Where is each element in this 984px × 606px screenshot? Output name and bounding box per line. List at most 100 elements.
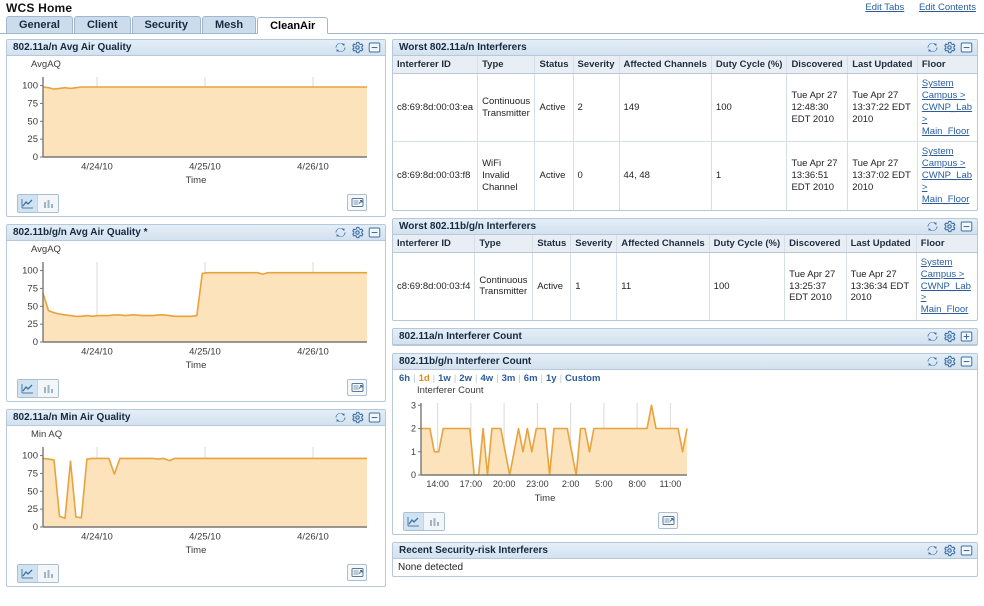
panel-body: Interferer ID Type Status Severity Affec… <box>393 56 977 210</box>
bar-chart-icon[interactable] <box>38 380 58 397</box>
line-chart-icon[interactable] <box>18 380 38 397</box>
panel-header: Recent Security-risk Interferers <box>393 543 977 560</box>
panel-title: 802.11a/n Avg Air Quality <box>13 42 132 53</box>
refresh-icon[interactable] <box>926 355 939 368</box>
table-row[interactable]: c8:69:8d:00:03:f8 WiFi Invalid Channel A… <box>393 141 977 210</box>
export-icon[interactable] <box>658 512 678 530</box>
tab-general[interactable]: General <box>6 16 73 33</box>
col-affected-channels[interactable]: Affected Channels <box>619 56 712 74</box>
range-6m[interactable]: 6m <box>524 373 538 384</box>
panel-tools <box>926 220 973 233</box>
svg-text:4/24/10: 4/24/10 <box>81 532 113 543</box>
security-risk-empty-message: None detected <box>398 562 464 574</box>
cell-duty-cycle: 100 <box>711 73 788 143</box>
col-interferer-id[interactable]: Interferer ID <box>393 234 476 253</box>
line-chart-icon[interactable] <box>18 195 38 212</box>
svg-text:2: 2 <box>411 424 416 434</box>
range-1d[interactable]: 1d <box>419 373 430 384</box>
minimize-icon[interactable] <box>960 544 973 557</box>
panel-body: 6h | 1d | 1w | 2w | 4w | 3m | 6m | 1y | Custom Interfere… <box>393 370 977 534</box>
refresh-icon[interactable] <box>926 220 939 233</box>
col-discovered[interactable]: Discovered <box>784 234 847 253</box>
cell-affected-channels: 11 <box>616 252 710 321</box>
bar-chart-icon[interactable] <box>38 195 58 212</box>
refresh-icon[interactable] <box>334 41 347 54</box>
range-1y[interactable]: 1y <box>546 373 557 384</box>
tab-client[interactable]: Client <box>73 16 131 33</box>
cell-severity: 2 <box>573 73 620 143</box>
range-custom[interactable]: Custom <box>565 373 600 384</box>
col-type[interactable]: Type <box>477 56 536 74</box>
col-duty-cycle[interactable]: Duty Cycle (%) <box>711 56 788 74</box>
col-last-updated[interactable]: Last Updated <box>846 234 917 253</box>
tab-mesh[interactable]: Mesh <box>201 16 257 33</box>
col-discovered[interactable]: Discovered <box>786 56 849 74</box>
refresh-icon[interactable] <box>926 330 939 343</box>
gear-icon[interactable] <box>943 330 956 343</box>
minimize-icon[interactable] <box>368 41 381 54</box>
col-floor[interactable]: Floor <box>916 234 977 253</box>
chart-toolbar <box>7 564 385 586</box>
chart-y-axis-label: Min AQ <box>31 429 63 440</box>
export-icon[interactable] <box>347 564 367 581</box>
range-3m[interactable]: 3m <box>502 373 516 384</box>
gear-icon[interactable] <box>351 226 364 239</box>
edit-tabs-link[interactable]: Edit Tabs <box>865 2 904 13</box>
export-icon[interactable] <box>347 194 367 211</box>
col-duty-cycle[interactable]: Duty Cycle (%) <box>709 234 786 253</box>
col-type[interactable]: Type <box>474 234 534 253</box>
gear-icon[interactable] <box>351 41 364 54</box>
minimize-icon[interactable] <box>960 355 973 368</box>
minimize-icon[interactable] <box>960 41 973 54</box>
floor-link[interactable]: System Campus > CWNP_Lab > Main_Floor <box>921 257 973 316</box>
tab-cleanair[interactable]: CleanAir <box>257 17 329 34</box>
svg-text:0: 0 <box>33 522 38 533</box>
gear-icon[interactable] <box>351 411 364 424</box>
gear-icon[interactable] <box>943 544 956 557</box>
bar-chart-icon[interactable] <box>424 513 444 531</box>
table-row[interactable]: c8:69:8d:00:03:f4 Continuous Transmitter… <box>393 252 977 321</box>
minimize-icon[interactable] <box>368 411 381 424</box>
maximize-icon[interactable] <box>960 330 973 343</box>
line-chart-icon[interactable] <box>404 513 424 531</box>
col-severity[interactable]: Severity <box>570 234 618 253</box>
gear-icon[interactable] <box>943 220 956 233</box>
bar-chart-icon[interactable] <box>38 565 58 582</box>
panel-title: 802.11b/g/n Interferer Count <box>399 356 532 368</box>
col-interferer-id[interactable]: Interferer ID <box>393 56 479 74</box>
table-row[interactable]: c8:69:8d:00:03:ea Continuous Transmitter… <box>393 73 977 143</box>
export-icon[interactable] <box>347 379 367 396</box>
refresh-icon[interactable] <box>926 544 939 557</box>
col-last-updated[interactable]: Last Updated <box>847 56 918 74</box>
gear-icon[interactable] <box>943 355 956 368</box>
col-affected-channels[interactable]: Affected Channels <box>616 234 710 253</box>
chart-container: AvgAQ 0 25 50 75 100 4/24/10 4/25/10 4/26/10 Ti… <box>7 56 385 190</box>
col-status[interactable]: Status <box>534 56 574 74</box>
svg-text:1: 1 <box>411 447 416 457</box>
refresh-icon[interactable] <box>334 411 347 424</box>
refresh-icon[interactable] <box>334 226 347 239</box>
edit-contents-link[interactable]: Edit Contents <box>919 2 976 13</box>
col-floor[interactable]: Floor <box>917 56 977 74</box>
cell-affected-channels: 149 <box>619 73 712 143</box>
refresh-icon[interactable] <box>926 41 939 54</box>
range-2w[interactable]: 2w <box>459 373 472 384</box>
line-chart-icon[interactable] <box>18 565 38 582</box>
page-title: WCS Home <box>6 1 73 15</box>
col-status[interactable]: Status <box>532 234 572 253</box>
panel-title: 802.11a/n Min Air Quality <box>13 412 131 423</box>
svg-text:75: 75 <box>27 98 38 109</box>
svg-text:8:00: 8:00 <box>628 479 646 489</box>
floor-link[interactable]: System Campus > CWNP_Lab > Main_Floor <box>922 146 973 205</box>
col-severity[interactable]: Severity <box>573 56 620 74</box>
gear-icon[interactable] <box>943 41 956 54</box>
svg-text:0: 0 <box>411 470 416 480</box>
range-6h[interactable]: 6h <box>399 373 410 384</box>
panel-title: Recent Security-risk Interferers <box>399 545 548 557</box>
floor-link[interactable]: System Campus > CWNP_Lab > Main_Floor <box>922 78 973 137</box>
minimize-icon[interactable] <box>368 226 381 239</box>
minimize-icon[interactable] <box>960 220 973 233</box>
tab-security[interactable]: Security <box>131 16 201 33</box>
range-1w[interactable]: 1w <box>438 373 451 384</box>
range-4w[interactable]: 4w <box>480 373 493 384</box>
